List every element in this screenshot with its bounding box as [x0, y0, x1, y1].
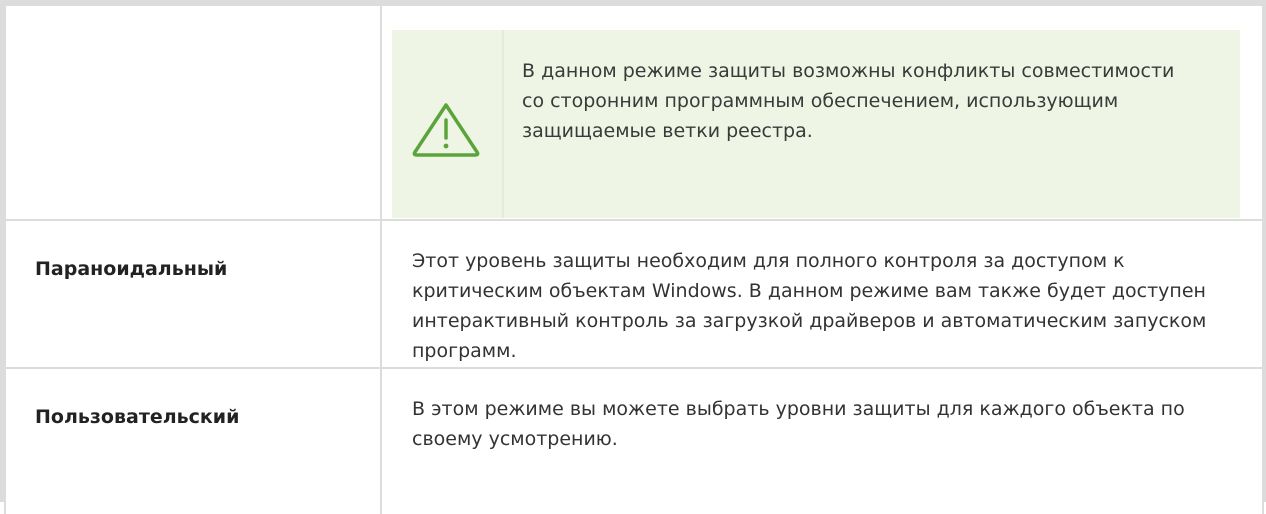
mode-description: В этом режиме вы можете выбрать уровни з… — [412, 398, 1185, 450]
notice-cell: В данном режиме защиты возможны конфликт… — [380, 4, 1264, 221]
mode-description: Этот уровень защиты необходим для полног… — [412, 250, 1207, 362]
table-row: Пользовательский В этом режиме вы можете… — [4, 367, 1264, 514]
mode-name: Параноидальный — [35, 258, 228, 280]
warning-notice: В данном режиме защиты возможны конфликт… — [392, 30, 1240, 218]
warning-triangle-icon — [410, 100, 482, 158]
mode-name: Пользовательский — [35, 406, 240, 428]
notice-divider — [502, 30, 504, 218]
table-row: В данном режиме защиты возможны конфликт… — [4, 4, 1264, 221]
notice-text: В данном режиме защиты возможны конфликт… — [522, 60, 1175, 142]
protection-modes-table: В данном режиме защиты возможны конфликт… — [4, 4, 1264, 514]
table-row: Параноидальный Этот уровень защиты необх… — [4, 219, 1264, 369]
empty-cell — [4, 4, 382, 221]
